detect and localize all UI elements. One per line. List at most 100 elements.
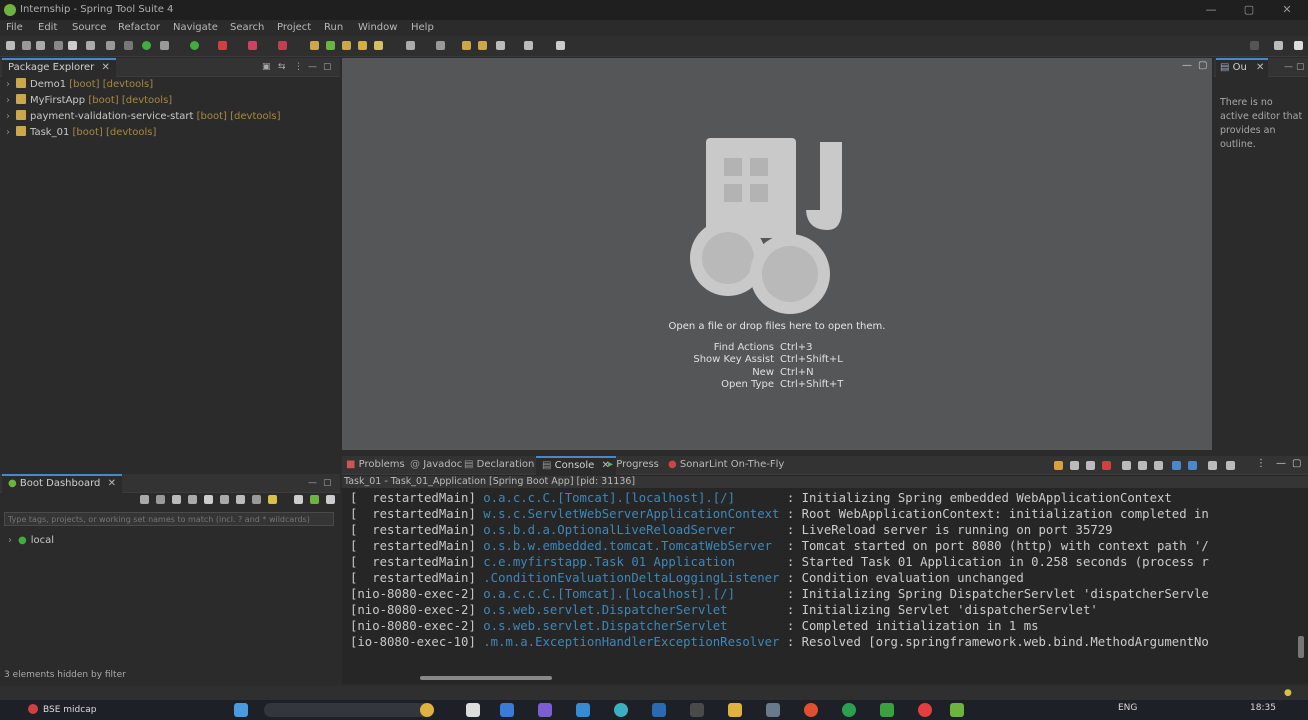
boot-dashboard-tab[interactable]: ● Boot Dashboard ✕ — [2, 474, 122, 494]
add-icon[interactable] — [310, 495, 319, 504]
menu-refactor[interactable]: Refactor — [118, 22, 160, 33]
save-all-icon[interactable] — [36, 41, 45, 50]
close-button[interactable]: ✕ — [1272, 2, 1302, 18]
maximize-view-icon[interactable]: ▢ — [1292, 458, 1301, 469]
menu-file[interactable]: File — [6, 22, 23, 33]
debug-icon[interactable] — [156, 495, 165, 504]
editor-area[interactable]: — ▢ Open a file or drop files here to op… — [342, 58, 1212, 450]
boot-dashboard-filter-input[interactable] — [4, 512, 334, 526]
chrome-icon[interactable] — [918, 703, 932, 717]
skip-breakpoints-icon[interactable] — [106, 41, 115, 50]
minimize-button[interactable]: — — [1196, 2, 1226, 18]
maximize-view-icon[interactable]: ▢ — [323, 62, 332, 72]
start-icon[interactable] — [140, 495, 149, 504]
widget-icon[interactable] — [420, 703, 434, 717]
chevron-right-icon[interactable]: › — [6, 77, 16, 93]
debug-icon[interactable] — [142, 41, 151, 50]
tip-bulb-icon[interactable]: ● — [1284, 688, 1292, 698]
minimize-view-icon[interactable]: — — [308, 62, 317, 72]
language-indicator[interactable]: ENG — [1118, 703, 1137, 713]
chevron-right-icon[interactable]: › — [6, 125, 16, 141]
maximize-button[interactable]: ▢ — [1234, 2, 1264, 18]
collapse-all-icon[interactable]: ▣ — [262, 62, 271, 72]
pencil-icon[interactable] — [374, 41, 383, 50]
outline-tab[interactable]: ▤ Ou ✕ — [1216, 58, 1269, 78]
whatsapp-icon[interactable] — [842, 703, 856, 717]
tree-item-demo1[interactable]: › Demo1 [boot] [devtools] — [6, 77, 153, 93]
build-icon[interactable] — [124, 41, 133, 50]
menu-run[interactable]: Run — [324, 22, 343, 33]
new-package-icon[interactable] — [342, 41, 351, 50]
app-icon[interactable] — [690, 703, 704, 717]
teams-icon[interactable] — [538, 703, 552, 717]
terminal-icon[interactable] — [86, 41, 95, 50]
link-editor-icon[interactable]: ⇆ — [278, 62, 286, 72]
menu-search[interactable]: Search — [230, 22, 264, 33]
minimize-view-icon[interactable]: — — [1284, 62, 1293, 72]
chevron-right-icon[interactable]: › — [8, 533, 18, 549]
new-icon[interactable] — [6, 41, 15, 50]
java-perspective-icon[interactable] — [1294, 41, 1303, 50]
menu-edit[interactable]: Edit — [38, 22, 57, 33]
edge-icon[interactable] — [500, 703, 514, 717]
minimize-view-icon[interactable]: — — [308, 478, 317, 488]
view-menu-icon[interactable]: ⋮ — [1256, 458, 1266, 469]
tab-problems[interactable]: ■ Problems — [346, 459, 405, 470]
pin-editor-icon[interactable] — [556, 41, 565, 50]
bulb-icon[interactable] — [268, 495, 277, 504]
store-icon[interactable] — [576, 703, 590, 717]
menu-help[interactable]: Help — [411, 22, 434, 33]
run-icon[interactable] — [190, 41, 199, 50]
menu-source[interactable]: Source — [72, 22, 106, 33]
file-explorer-icon[interactable] — [728, 703, 742, 717]
chevron-right-icon[interactable]: › — [6, 93, 16, 109]
stop-icon[interactable] — [172, 495, 181, 504]
scroll-lock-icon[interactable] — [1122, 461, 1131, 470]
relaunch-icon[interactable] — [248, 41, 257, 50]
pin-console-icon[interactable] — [1172, 461, 1181, 470]
vertical-scrollbar-thumb[interactable] — [1298, 636, 1304, 658]
task-view-icon[interactable] — [466, 703, 480, 717]
word-wrap-icon[interactable] — [1138, 461, 1147, 470]
new-class-icon[interactable] — [358, 41, 367, 50]
open-console-dropdown-icon[interactable] — [1226, 461, 1235, 470]
tab-javadoc[interactable]: @ Javadoc — [410, 459, 462, 470]
quick-access-search-icon[interactable] — [1250, 41, 1259, 50]
view-menu-icon[interactable]: ⋮ — [294, 62, 303, 72]
chevron-right-icon[interactable]: › — [6, 109, 16, 125]
stop-icon[interactable] — [218, 41, 227, 50]
taskbar-search-box[interactable] — [264, 703, 434, 717]
remove-all-icon[interactable] — [1086, 461, 1095, 470]
close-tab-icon[interactable]: ✕ — [101, 62, 109, 73]
maximize-view-icon[interactable]: ▢ — [1296, 62, 1305, 72]
filter-icon[interactable] — [294, 495, 303, 504]
windows-start-icon[interactable] — [234, 703, 248, 717]
new-console-icon[interactable] — [1208, 461, 1217, 470]
view-menu-icon[interactable] — [326, 495, 335, 504]
new-spring-starter-icon[interactable] — [326, 41, 335, 50]
menu-navigate[interactable]: Navigate — [173, 22, 218, 33]
tree-item-payment-validation[interactable]: › payment-validation-service-start [boot]… — [6, 109, 281, 125]
prev-annotation-icon[interactable] — [462, 41, 471, 50]
open-console-icon[interactable] — [188, 495, 197, 504]
external-tools-icon[interactable] — [278, 41, 287, 50]
tab-sonarlint[interactable]: ● SonarLint On-The-Fly — [668, 459, 784, 470]
clock[interactable]: 18:35 — [1250, 703, 1276, 713]
menu-window[interactable]: Window — [358, 22, 397, 33]
close-tab-icon[interactable]: ✕ — [108, 478, 116, 489]
minimize-view-icon[interactable]: — — [1276, 458, 1286, 469]
tab-declaration[interactable]: ▤ Declaration — [464, 459, 534, 470]
vscode-icon[interactable] — [652, 703, 666, 717]
show-console-icon[interactable] — [1154, 461, 1163, 470]
open-perspective-icon[interactable] — [1274, 41, 1283, 50]
properties-icon[interactable] — [252, 495, 261, 504]
search-icon[interactable] — [436, 41, 445, 50]
spring-tool-suite-task-icon[interactable] — [950, 703, 964, 717]
next-annotation-icon[interactable] — [478, 41, 487, 50]
horizontal-scrollbar-thumb[interactable] — [420, 676, 552, 680]
close-tab-icon[interactable]: ✕ — [1256, 62, 1264, 73]
minimize-editor-icon[interactable]: — — [1182, 60, 1192, 71]
tab-progress[interactable]: ▸ Progress — [608, 459, 659, 470]
tree-item-task01[interactable]: › Task_01 [boot] [devtools] — [6, 125, 156, 141]
back-arrow-icon[interactable] — [496, 41, 505, 50]
